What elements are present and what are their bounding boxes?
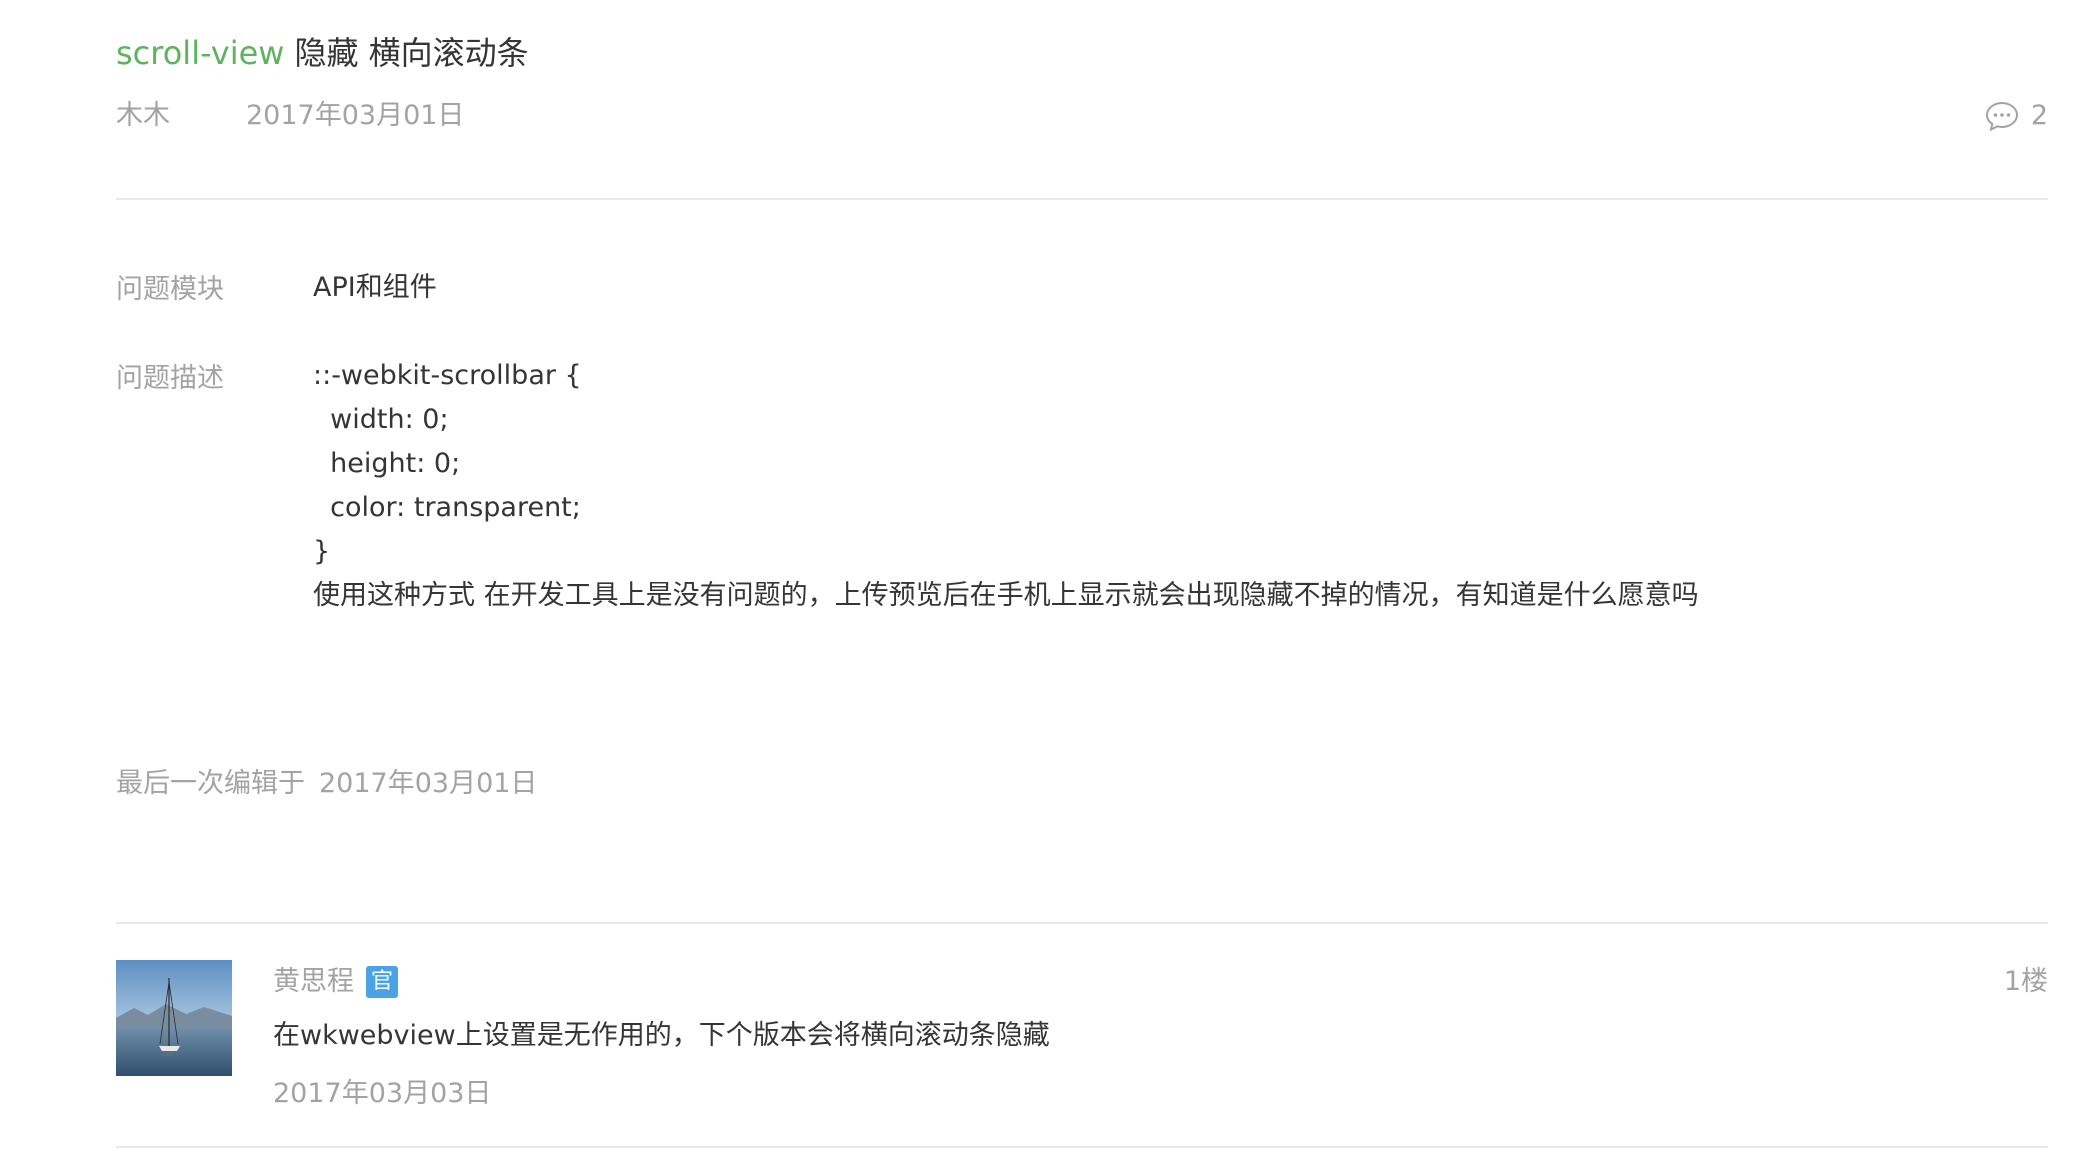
module-label: 问题模块 — [116, 274, 224, 305]
comment-count-button[interactable]: 2 — [1985, 94, 2048, 138]
comment-bubble-icon — [1985, 101, 2019, 131]
description-line: 使用这种方式 在开发工具上是没有问题的，上传预览后在手机上显示就会出现隐藏不掉的… — [313, 580, 1699, 611]
floor-number: 1楼 — [2003, 966, 2048, 997]
description-line: width: 0; — [313, 404, 449, 435]
module-value: API和组件 — [313, 272, 437, 303]
title-text: 隐藏 横向滚动条 — [294, 34, 529, 72]
sailboat-avatar-image — [116, 960, 232, 1076]
description-body: ::-webkit-scrollbar { width: 0; height: … — [313, 354, 1699, 618]
reply-avatar[interactable] — [116, 960, 232, 1076]
description-line: color: transparent; — [313, 492, 581, 523]
description-label: 问题描述 — [116, 363, 224, 394]
reply-content: 在wkwebview上设置是无作用的，下个版本会将横向滚动条隐藏 — [273, 1020, 1050, 1051]
last-edited-label: 最后一次编辑于 — [116, 768, 305, 799]
last-edited-date: 2017年03月01日 — [319, 768, 538, 799]
reply-divider-top — [116, 922, 2048, 924]
reply-author-name: 黄思程 — [273, 966, 354, 997]
header-divider — [116, 198, 2048, 200]
reply-date: 2017年03月03日 — [273, 1078, 492, 1109]
question-page: scroll-view 隐藏 横向滚动条 木木 2017年03月01日 2 问题模… — [116, 0, 2048, 1148]
description-line: height: 0; — [313, 448, 461, 479]
comment-count: 2 — [2030, 100, 2048, 131]
reply-item: 黄思程 官 1楼 在wkwebview上设置是无作用的，下个版本会将横向滚动条隐… — [116, 960, 2048, 1150]
post-date: 2017年03月01日 — [246, 100, 465, 131]
description-line: } — [313, 536, 331, 567]
question-title: scroll-view 隐藏 横向滚动条 — [116, 28, 529, 78]
description-line: ::-webkit-scrollbar { — [313, 360, 582, 391]
reply-author[interactable]: 黄思程 官 — [273, 960, 398, 1004]
question-meta: 木木 2017年03月01日 2 — [116, 94, 2048, 138]
title-tag-link[interactable]: scroll-view — [116, 34, 284, 72]
last-edited: 最后一次编辑于 2017年03月01日 — [116, 762, 537, 806]
author-name[interactable]: 木木 — [116, 94, 170, 138]
official-badge: 官 — [366, 966, 398, 998]
